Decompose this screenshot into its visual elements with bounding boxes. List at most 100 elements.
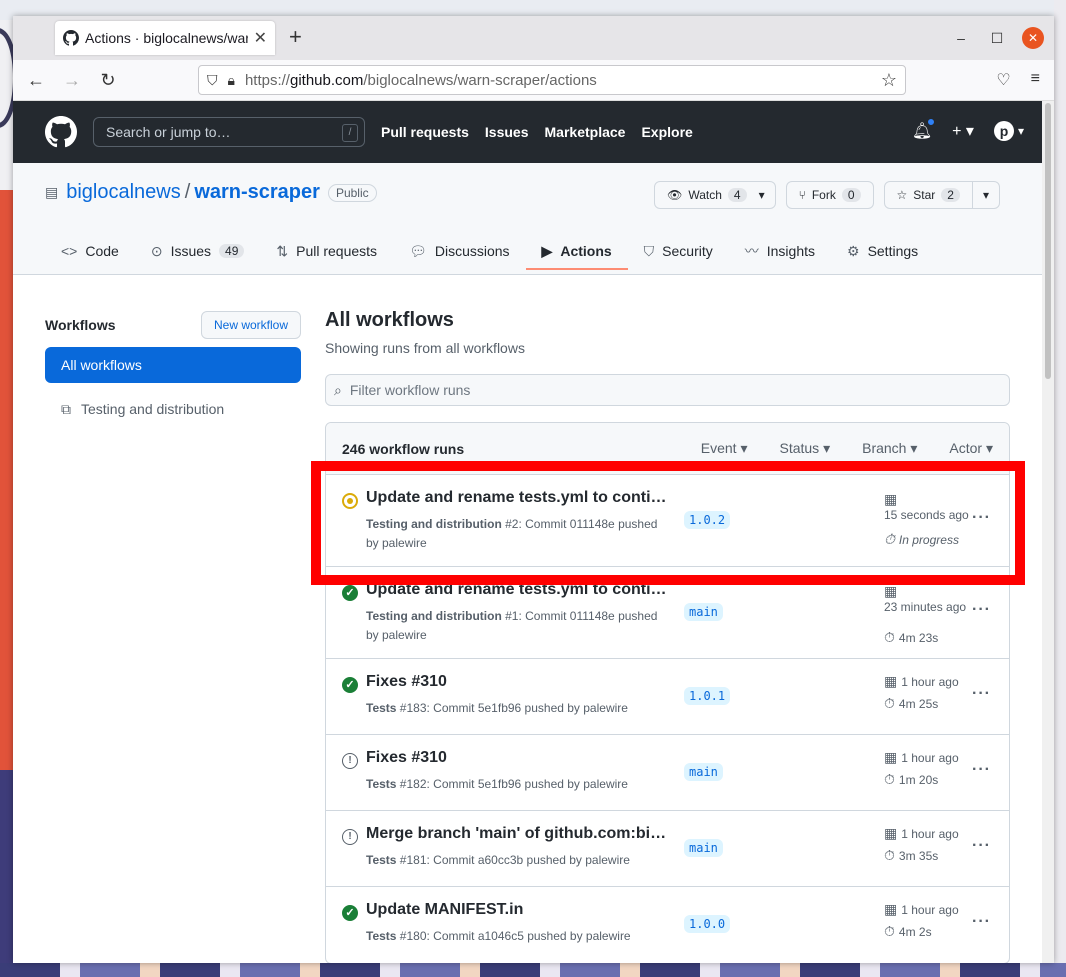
search-placeholder: Search or jump to… <box>106 124 231 140</box>
tab-pull-requests[interactable]: ⇅ Pull requests <box>260 232 393 270</box>
table-row[interactable]: ✓ Fixes #310 Tests #183: Commit 5e1fb96 … <box>326 659 1009 735</box>
run-title[interactable]: Fixes #310 <box>366 749 671 767</box>
stopwatch-icon: ⏱ <box>884 847 895 863</box>
run-time: ▦ 1 hour ago <box>884 901 959 917</box>
bookmark-star-icon[interactable]: ☆ <box>881 70 897 91</box>
table-row[interactable]: ✓ Update and rename tests.yml to conti… … <box>326 567 1009 659</box>
calendar-icon: ▦ <box>884 491 898 507</box>
repo-header: ▤ biglocalnews / warn-scraper Public 👁︎ … <box>13 163 1042 275</box>
run-meta: Tests #181: Commit a60cc3b pushed by pal… <box>366 853 630 867</box>
menu-icon[interactable]: ≡ <box>1031 70 1040 90</box>
more-options-icon[interactable]: ··· <box>972 761 991 779</box>
page-scrollbar[interactable] <box>1042 101 1054 963</box>
nav-explore[interactable]: Explore <box>641 124 692 140</box>
run-title[interactable]: Update and rename tests.yml to conti… <box>366 581 671 599</box>
fork-button[interactable]: ⑂ Fork 0 <box>785 181 874 209</box>
run-title[interactable]: Update and rename tests.yml to conti… <box>366 489 671 507</box>
success-status-icon: ✓ <box>342 905 358 921</box>
star-button[interactable]: ☆ Star 2 <box>883 181 973 209</box>
new-tab-icon[interactable]: + <box>289 26 302 48</box>
chevron-down-icon: ▾ <box>982 188 989 202</box>
run-title[interactable]: Merge branch 'main' of github.com:bi… <box>366 825 671 843</box>
branch-badge[interactable]: main <box>684 763 723 781</box>
table-row[interactable]: Update and rename tests.yml to conti… Te… <box>326 475 1009 567</box>
branch-badge[interactable]: 1.0.1 <box>684 687 731 705</box>
in-progress-status-icon <box>342 493 358 509</box>
repo-owner-link[interactable]: biglocalnews <box>66 181 181 204</box>
run-time: ▦ 15 seconds ago <box>884 491 969 522</box>
run-meta: Testing and distribution #1: Commit 0111… <box>366 609 658 642</box>
neutral-status-icon: ! <box>342 753 358 769</box>
shield-icon[interactable]: ⛉ <box>207 72 218 89</box>
tab-settings[interactable]: ⚙ Settings <box>831 232 934 270</box>
repo-name-link[interactable]: warn-scraper <box>194 181 320 204</box>
table-row[interactable]: ! Merge branch 'main' of github.com:bi… … <box>326 811 1009 887</box>
status-filter[interactable]: Status ▾ <box>779 440 830 457</box>
tab-bar: Actions · biglocalnews/warn-scraper/acti… <box>13 16 1054 60</box>
calendar-icon: ▦ <box>884 901 898 917</box>
workflows-sidebar: Workflows New workflow All workflows ⧉ Te… <box>45 311 301 427</box>
address-bar[interactable]: ⛉ 🔒︎ https://github.com/biglocalnews/war… <box>198 65 906 95</box>
branch-badge[interactable]: 1.0.0 <box>684 915 731 933</box>
stopwatch-icon: ⏱ <box>884 695 895 711</box>
tab-discussions[interactable]: 💬︎ Discussions <box>393 232 525 270</box>
pocket-icon[interactable]: ♡ <box>996 70 1010 90</box>
lock-icon[interactable]: 🔒︎ <box>228 72 235 89</box>
tab-actions[interactable]: ▶ Actions <box>525 232 628 270</box>
tab-security[interactable]: ⛉ Security <box>628 232 729 270</box>
watch-button[interactable]: 👁︎ Watch 4 ▾ <box>654 181 776 209</box>
success-status-icon: ✓ <box>342 585 358 601</box>
create-new-dropdown-icon[interactable]: + ▾ <box>952 121 974 141</box>
more-options-icon[interactable]: ··· <box>972 509 991 527</box>
sidebar-item-testing-and-distribution[interactable]: ⧉ Testing and distribution <box>45 391 301 427</box>
table-row[interactable]: ! Fixes #310 Tests #182: Commit 5e1fb96 … <box>326 735 1009 811</box>
run-duration: ⏱ 3m 35s <box>884 847 939 863</box>
run-meta: Tests #182: Commit 5e1fb96 pushed by pal… <box>366 777 628 791</box>
back-icon[interactable]: ← <box>23 70 49 91</box>
branch-badge[interactable]: main <box>684 839 723 857</box>
close-window-icon[interactable]: ✕ <box>1022 27 1044 49</box>
scrollbar-thumb[interactable] <box>1045 103 1051 379</box>
branch-filter[interactable]: Branch ▾ <box>862 440 917 457</box>
tab-issues[interactable]: ⊙ Issues 49 <box>135 232 261 270</box>
workflow-icon: ⧉ <box>61 400 71 417</box>
filter-workflow-runs-input[interactable]: ⌕ Filter workflow runs <box>325 374 1010 406</box>
github-logo-icon[interactable] <box>45 116 77 148</box>
reload-icon[interactable]: ↻ <box>95 70 121 91</box>
browser-window: Actions · biglocalnews/warn-scraper/acti… <box>13 16 1054 963</box>
run-title[interactable]: Fixes #310 <box>366 673 671 691</box>
more-options-icon[interactable]: ··· <box>972 601 991 619</box>
table-row[interactable]: ✓ Update MANIFEST.in Tests #180: Commit … <box>326 887 1009 963</box>
pull-request-icon: ⇅ <box>276 242 289 259</box>
branch-badge[interactable]: main <box>684 603 723 621</box>
forward-icon[interactable]: → <box>59 70 85 91</box>
tab-code[interactable]: <> Code <box>45 232 135 270</box>
more-options-icon[interactable]: ··· <box>972 913 991 931</box>
repo-tabs: <> Code ⊙ Issues 49 ⇅ Pull requests 💬︎ Discus… <box>45 237 934 275</box>
tab-insights[interactable]: 〰 Insights <box>729 232 831 270</box>
run-title[interactable]: Update MANIFEST.in <box>366 901 671 919</box>
notifications-bell-icon[interactable]: 🔔︎ <box>912 118 936 141</box>
tab-close-icon[interactable]: ✕ <box>254 28 267 48</box>
branch-badge[interactable]: 1.0.2 <box>684 511 731 529</box>
maximize-icon[interactable]: ☐ <box>986 27 1008 49</box>
event-filter[interactable]: Event ▾ <box>701 440 748 457</box>
browser-tab[interactable]: Actions · biglocalnews/warn-scraper/acti… <box>55 21 275 55</box>
star-dropdown-button[interactable]: ▾ <box>972 181 1000 209</box>
nav-marketplace[interactable]: Marketplace <box>545 124 626 140</box>
calendar-icon: ▦ <box>884 583 898 599</box>
actor-filter[interactable]: Actor ▾ <box>949 440 993 457</box>
url-text[interactable]: https://github.com/biglocalnews/warn-scr… <box>245 72 881 89</box>
minimize-icon[interactable]: – <box>950 27 972 49</box>
user-menu[interactable]: p ▾ <box>993 121 1024 141</box>
new-workflow-button[interactable]: New workflow <box>200 311 301 339</box>
nav-issues[interactable]: Issues <box>485 124 529 140</box>
visibility-badge: Public <box>327 183 377 202</box>
more-options-icon[interactable]: ··· <box>972 837 991 855</box>
sidebar-item-all-workflows[interactable]: All workflows <box>45 347 301 383</box>
more-options-icon[interactable]: ··· <box>972 685 991 703</box>
nav-pull-requests[interactable]: Pull requests <box>381 124 469 140</box>
search-input[interactable]: Search or jump to… / <box>93 117 365 147</box>
security-icon: ⛉ <box>643 242 655 259</box>
code-icon: <> <box>61 243 78 259</box>
